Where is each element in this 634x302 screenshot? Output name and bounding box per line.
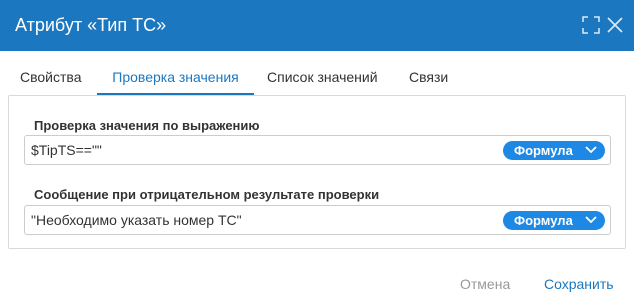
expression-formula-button[interactable]: Формула — [503, 141, 605, 160]
tab-value-list[interactable]: Список значений — [267, 63, 378, 95]
tab-links[interactable]: Связи — [409, 63, 448, 95]
message-formula-button[interactable]: Формула — [503, 211, 605, 230]
expression-field[interactable]: $TipTS=="" Формула — [24, 135, 611, 165]
close-icon[interactable] — [606, 16, 624, 34]
dialog-title: Атрибут «Тип ТС» — [15, 15, 167, 35]
message-formula-label: Формула — [514, 213, 573, 228]
chevron-down-icon — [585, 146, 597, 154]
message-value[interactable]: "Необходимо указать номер ТС" — [31, 212, 242, 229]
expand-icon[interactable] — [582, 16, 600, 34]
tab-value-check[interactable]: Проверка значения — [97, 63, 254, 95]
expression-label: Проверка значения по выражению — [34, 118, 260, 133]
expression-value[interactable]: $TipTS=="" — [31, 142, 102, 159]
validation-panel: Проверка значения по выражению $TipTS=="… — [8, 95, 626, 249]
tab-properties[interactable]: Свойства — [20, 63, 81, 95]
save-button[interactable]: Сохранить — [544, 276, 614, 293]
message-field[interactable]: "Необходимо указать номер ТС" Формула — [24, 205, 611, 235]
tab-bar: Свойства Проверка значения Список значен… — [8, 63, 626, 95]
cancel-button[interactable]: Отмена — [460, 276, 510, 293]
expression-formula-label: Формула — [514, 143, 573, 158]
dialog-header: Атрибут «Тип ТС» — [0, 0, 634, 51]
chevron-down-icon — [585, 216, 597, 224]
message-label: Сообщение при отрицательном результате п… — [34, 187, 380, 202]
